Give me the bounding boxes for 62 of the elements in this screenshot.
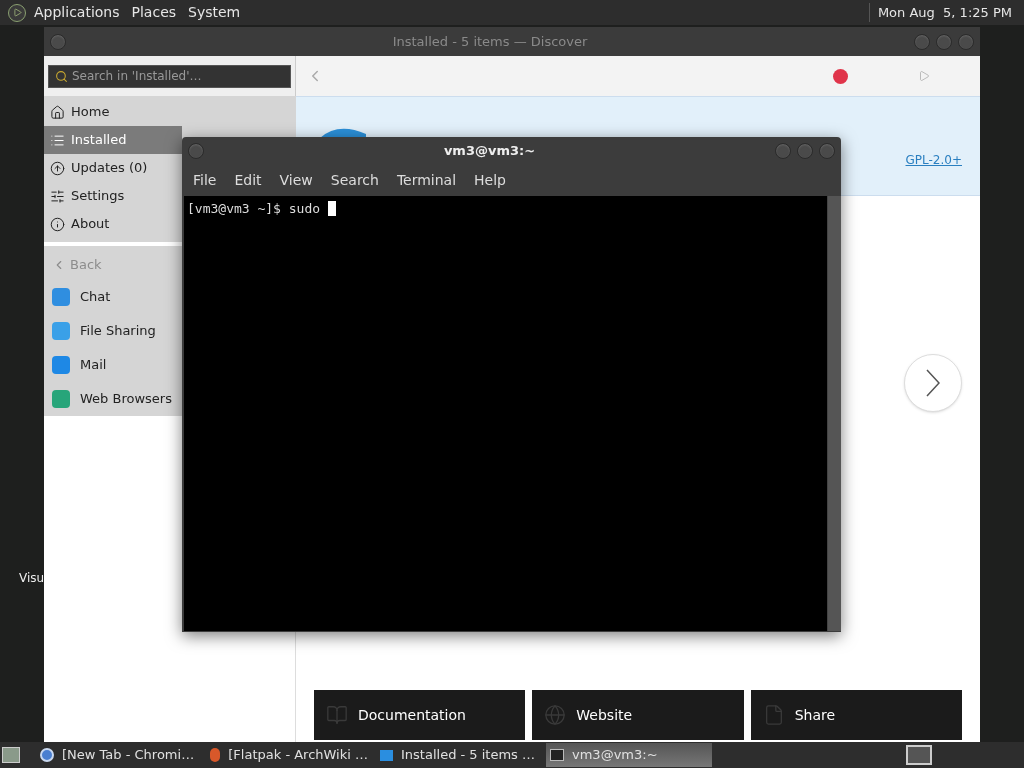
taskbar-item[interactable]: [Flatpak - ArchWiki … <box>206 743 372 767</box>
globe-icon <box>210 748 221 762</box>
workspace-icon[interactable] <box>906 745 932 765</box>
link-button[interactable]: Website <box>532 690 744 740</box>
text-cursor <box>327 201 336 217</box>
nav-item[interactable]: Home <box>44 98 182 126</box>
license-link[interactable]: GPL-2.0+ <box>905 151 962 169</box>
chevron-right-icon <box>926 369 940 397</box>
minimize-button[interactable] <box>775 143 791 159</box>
window-title: vm3@vm3:~ <box>442 142 537 161</box>
category-item[interactable]: Web Browsers <box>44 382 182 416</box>
link-button[interactable]: Share <box>750 690 962 740</box>
desktop-icon-label[interactable]: Visu <box>19 569 45 587</box>
menu-logo-icon[interactable] <box>8 3 26 22</box>
search-field[interactable]: Search in 'Installed'… <box>48 64 291 88</box>
info-icon <box>50 216 65 232</box>
clock[interactable]: Mon Aug 5, 1:25 PM <box>868 2 1016 23</box>
sliders-icon <box>50 188 65 204</box>
window-menu-button[interactable] <box>50 33 66 50</box>
menu-item[interactable]: Edit <box>225 170 271 191</box>
next-button[interactable] <box>904 354 962 412</box>
arrow-up-icon <box>50 160 65 176</box>
category-item[interactable]: Mail <box>44 348 182 382</box>
category-item[interactable]: File Sharing <box>44 314 182 348</box>
menu-item[interactable]: Search <box>321 170 388 191</box>
link-button[interactable]: Documentation <box>314 690 526 740</box>
terminal-line: [vm3@vm3 ~]$ sudo <box>187 200 322 218</box>
search-icon <box>55 69 68 83</box>
panel-menu[interactable]: Places <box>131 2 177 23</box>
nav-item[interactable]: About <box>44 210 182 238</box>
menu-item[interactable]: File <box>184 170 226 191</box>
minimize-button[interactable] <box>914 33 930 50</box>
maximize-button[interactable] <box>797 143 813 159</box>
close-button[interactable] <box>819 143 835 159</box>
home-icon <box>50 104 65 120</box>
terminal-area[interactable]: [vm3@vm3 ~]$ sudo <box>184 196 827 631</box>
nav-item[interactable]: Updates (0) <box>44 154 182 182</box>
globe-icon <box>544 704 567 726</box>
taskbar-item[interactable]: vm3@vm3:~ <box>546 743 712 767</box>
menu-item[interactable]: Help <box>465 170 515 191</box>
scrollbar[interactable] <box>827 196 841 631</box>
list-icon <box>50 132 65 148</box>
nav-item[interactable]: Settings <box>44 182 182 210</box>
book-icon <box>326 704 348 726</box>
close-button[interactable] <box>958 33 974 50</box>
window-menu-button[interactable] <box>188 143 204 159</box>
panel-menu[interactable]: System <box>188 2 241 23</box>
menu-item[interactable]: Terminal <box>387 170 466 191</box>
play-icon[interactable] <box>918 70 930 82</box>
window-icon <box>380 749 393 761</box>
maximize-button[interactable] <box>936 33 952 50</box>
terminal-icon <box>550 749 564 761</box>
menu-item[interactable]: View <box>270 170 322 191</box>
record-icon[interactable] <box>833 68 848 84</box>
taskbar-item[interactable]: [New Tab - Chromi… <box>36 743 202 767</box>
globe-icon <box>40 748 54 762</box>
taskbar-item[interactable]: Installed - 5 items … <box>376 743 542 767</box>
nav-item[interactable]: Installed <box>44 126 182 154</box>
panel-menu[interactable]: Applications <box>34 2 120 23</box>
show-desktop-icon[interactable] <box>2 747 20 763</box>
window-title: Installed - 5 items — Discover <box>391 32 589 51</box>
category-item[interactable]: Chat <box>44 280 182 314</box>
